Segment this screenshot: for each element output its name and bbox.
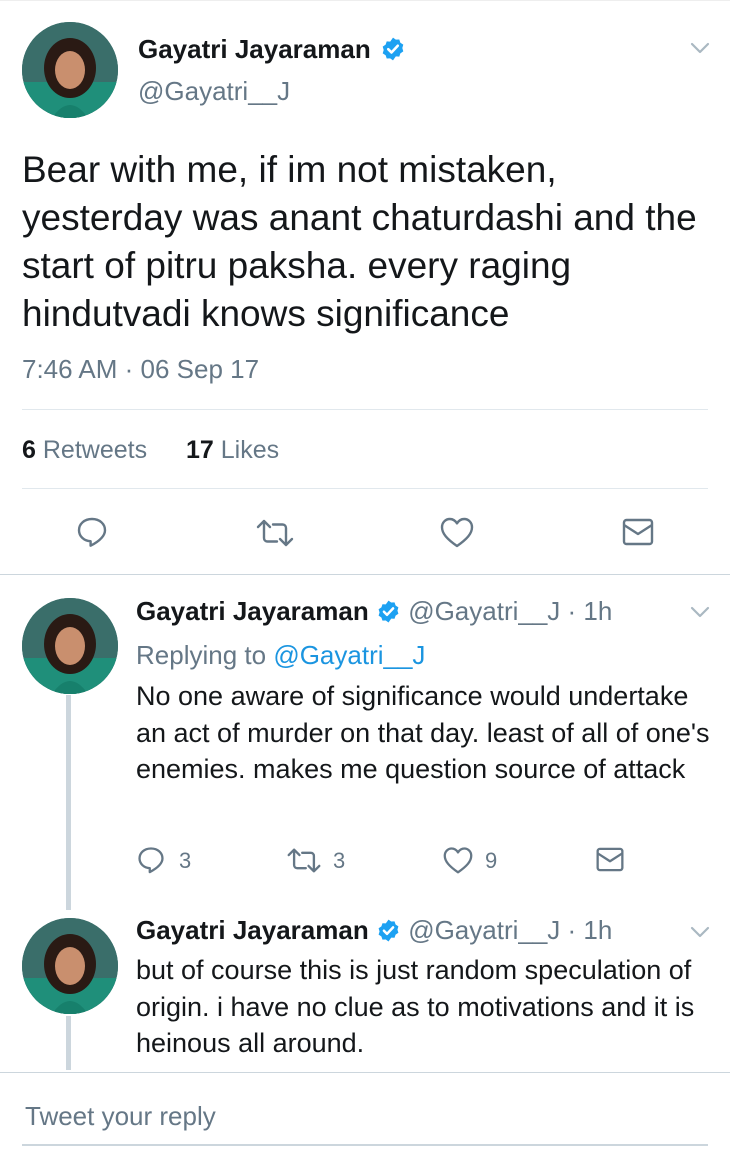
- reply1-reply-count: 3: [179, 848, 192, 873]
- divider-stats-bottom: [22, 488, 708, 489]
- thread-line: [66, 1016, 71, 1070]
- reply1-header[interactable]: Gayatri Jayaraman @Gayatri__J · 1h: [136, 596, 612, 627]
- chevron-down-icon[interactable]: [689, 924, 711, 940]
- reply2-handle-time: @Gayatri__J · 1h: [408, 915, 613, 945]
- likes-count: 17: [186, 436, 214, 464]
- reply2-header[interactable]: Gayatri Jayaraman @Gayatri__J · 1h: [136, 915, 612, 946]
- reply1-author-avatar[interactable]: [22, 598, 118, 694]
- reply1-like-count: 9: [485, 848, 498, 873]
- reply1-replying-to: Replying to @Gayatri__J: [136, 640, 425, 671]
- retweet-icon[interactable]: [255, 518, 295, 548]
- replying-to-handle-link[interactable]: @Gayatri__J: [273, 640, 425, 670]
- retweets-label: Retweets: [42, 436, 148, 464]
- reply1-retweet-count: 3: [333, 848, 346, 873]
- reply1-text: No one aware of significance would under…: [136, 681, 710, 784]
- reply-icon[interactable]: [136, 845, 166, 875]
- reply2-author-avatar[interactable]: [22, 918, 118, 1014]
- like-icon[interactable]: [439, 515, 475, 549]
- avatar-image: [22, 22, 118, 118]
- retweet-icon[interactable]: [286, 847, 322, 874]
- verified-badge-icon: [382, 37, 404, 61]
- replying-to-prefix: Replying to: [136, 640, 267, 670]
- divider-compose-top: [0, 1072, 730, 1073]
- avatar-image: [22, 598, 118, 694]
- divider-section: [0, 574, 730, 575]
- reply1-author-name: Gayatri Jayaraman: [136, 596, 369, 626]
- author-name-text: Gayatri Jayaraman: [138, 34, 371, 64]
- reply1-handle-time: @Gayatri__J · 1h: [408, 596, 613, 626]
- divider-stats-top: [22, 409, 708, 410]
- main-author-name[interactable]: Gayatri Jayaraman: [138, 34, 406, 65]
- thread-line: [66, 695, 71, 910]
- direct-message-icon[interactable]: [595, 846, 625, 873]
- likes-stat[interactable]: 17 Likes: [186, 436, 279, 465]
- chevron-down-icon[interactable]: [689, 604, 711, 620]
- reply2-text: but of course this is just random specul…: [136, 955, 695, 1058]
- verified-badge-icon: [378, 919, 399, 942]
- top-edge: [0, 0, 730, 1]
- verified-badge-icon: [378, 600, 399, 623]
- main-tweet-timestamp[interactable]: 7:46 AM · 06 Sep 17: [22, 354, 259, 385]
- direct-message-icon[interactable]: [621, 517, 655, 547]
- main-tweet-text: Bear with me, if im not mistaken, yester…: [22, 149, 697, 334]
- likes-label: Likes: [220, 436, 280, 464]
- like-icon[interactable]: [442, 845, 474, 875]
- chevron-down-icon[interactable]: [689, 40, 711, 56]
- avatar-image: [22, 918, 118, 1014]
- main-author-handle[interactable]: @Gayatri__J: [138, 76, 290, 107]
- reply2-author-name: Gayatri Jayaraman: [136, 915, 369, 945]
- compose-underline: [22, 1144, 708, 1146]
- tweet-reply-input[interactable]: Tweet your reply: [25, 1101, 216, 1132]
- reply-icon[interactable]: [75, 515, 109, 549]
- retweets-count: 6: [22, 436, 36, 464]
- retweets-stat[interactable]: 6 Retweets: [22, 436, 147, 465]
- main-author-avatar[interactable]: [22, 22, 118, 118]
